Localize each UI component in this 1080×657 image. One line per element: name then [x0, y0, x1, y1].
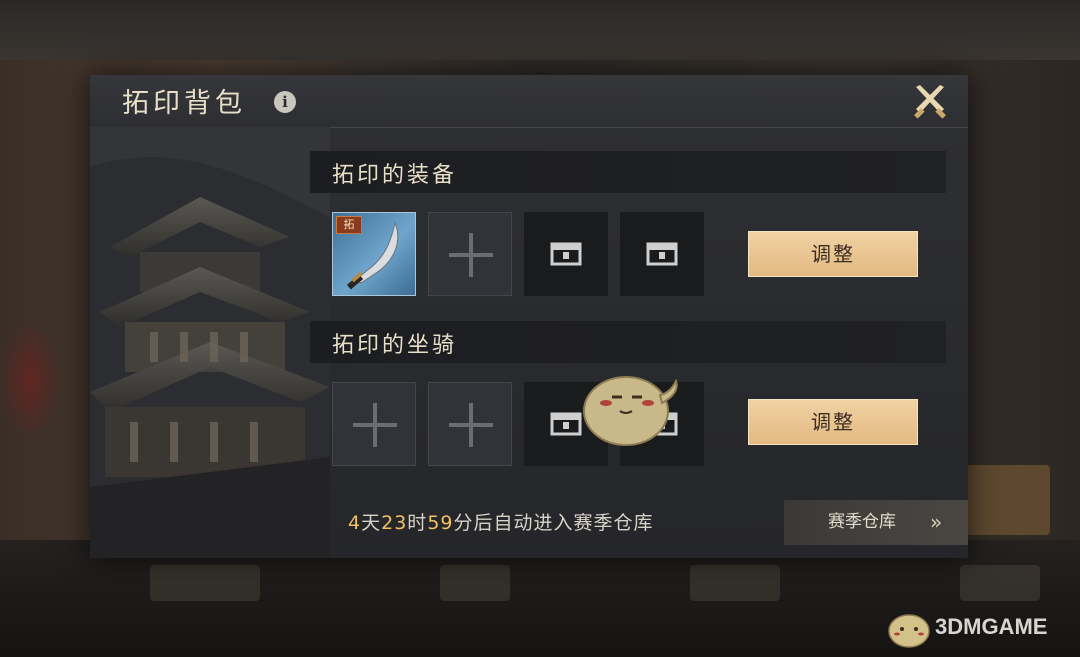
- footer-bar: 4天23时59分后自动进入赛季仓库 赛季仓库 »: [310, 500, 968, 545]
- mount-adjust-button[interactable]: 调整: [748, 399, 918, 445]
- equipment-adjust-button[interactable]: 调整: [748, 231, 918, 277]
- imprint-bag-panel: 拓印背包 i 拓印的装备 拓 调整 拓印的坐骑 调整 4天23时59分后自动进入…: [90, 75, 968, 558]
- info-icon[interactable]: i: [274, 91, 296, 113]
- plus-icon: [449, 403, 493, 447]
- season-warehouse-label: 赛季仓库: [828, 512, 896, 532]
- plus-icon: [353, 403, 397, 447]
- mascot-sticker: [583, 376, 678, 446]
- imprint-badge: 拓: [336, 216, 362, 234]
- locked-chest-icon: [550, 242, 582, 266]
- equipment-slot-1[interactable]: 拓: [332, 212, 416, 296]
- mascot-logo-icon: [888, 614, 930, 648]
- watermark-logo: 3DMGAME: [885, 605, 1075, 649]
- panel-title: 拓印背包: [122, 88, 246, 119]
- equipment-section-title: 拓印的装备: [332, 163, 458, 188]
- equipment-slot-4[interactable]: [620, 212, 704, 296]
- locked-chest-icon: [646, 242, 678, 266]
- mount-slot-1[interactable]: [332, 382, 416, 466]
- watermark-text: 3DMGAME: [935, 614, 1048, 639]
- mount-section-header: 拓印的坐骑: [310, 321, 946, 363]
- mount-slot-2[interactable]: [428, 382, 512, 466]
- double-chevron-right-icon: »: [930, 510, 942, 534]
- close-icon[interactable]: [910, 83, 950, 121]
- season-countdown-text: 4天23时59分后自动进入赛季仓库: [348, 512, 654, 534]
- equipment-section-header: 拓印的装备: [310, 151, 946, 193]
- equipment-slot-2[interactable]: [428, 212, 512, 296]
- building-artwork: [90, 127, 330, 558]
- mount-section-title: 拓印的坐骑: [332, 333, 458, 358]
- equipment-slot-3[interactable]: [524, 212, 608, 296]
- panel-header: 拓印背包 i: [90, 75, 968, 128]
- season-warehouse-button[interactable]: 赛季仓库 »: [784, 500, 968, 545]
- plus-icon: [449, 233, 493, 277]
